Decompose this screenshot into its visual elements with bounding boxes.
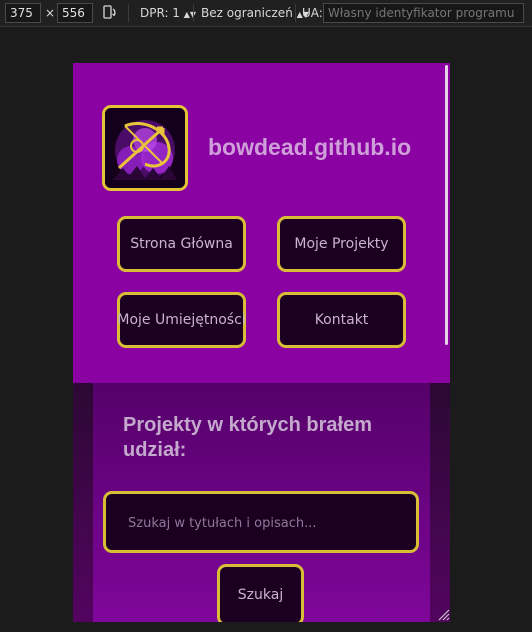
site-title: bowdead.github.io <box>208 134 412 160</box>
user-agent-input[interactable] <box>323 3 524 23</box>
viewport-height-input[interactable]: 556 <box>57 3 93 23</box>
content-left-gutter <box>73 383 93 622</box>
dpr-label: DPR: 1 <box>140 6 180 20</box>
nav-button-contact[interactable]: Kontakt <box>277 292 406 348</box>
viewport-scrollbar[interactable] <box>445 65 448 345</box>
nav-button-skills[interactable]: Moje Umiejętności <box>117 292 246 348</box>
nav-button-projects[interactable]: Moje Projekty <box>277 216 406 272</box>
search-input[interactable] <box>126 494 410 552</box>
dpr-dropdown-icon: ▲▼ <box>183 10 197 19</box>
site-logo <box>102 105 188 191</box>
devtools-toolbar: 375 × 556 DPR: 1 ▲▼ Bez ograniczeń ▲▼ UA… <box>0 0 532 27</box>
section-title: Projekty w których brałem udział: <box>123 414 372 461</box>
dimension-separator: × <box>45 6 56 20</box>
ua-label: UA: <box>302 6 323 20</box>
dpr-selector[interactable]: DPR: 1 ▲▼ <box>140 6 196 20</box>
nav-button-home[interactable]: Strona Główna <box>117 216 246 272</box>
device-viewport: bowdead.github.io Strona Główna Moje Pro… <box>73 63 450 622</box>
search-box[interactable] <box>103 491 419 553</box>
content-right-gutter <box>430 383 450 622</box>
throttling-label: Bez ograniczeń <box>201 6 293 20</box>
rotate-device-icon[interactable] <box>101 4 117 23</box>
viewport-width-input[interactable]: 375 <box>5 3 41 23</box>
resize-handle-icon[interactable] <box>436 606 450 621</box>
search-button[interactable]: Szukaj <box>217 564 304 622</box>
throttling-selector[interactable]: Bez ograniczeń ▲▼ <box>201 6 309 20</box>
